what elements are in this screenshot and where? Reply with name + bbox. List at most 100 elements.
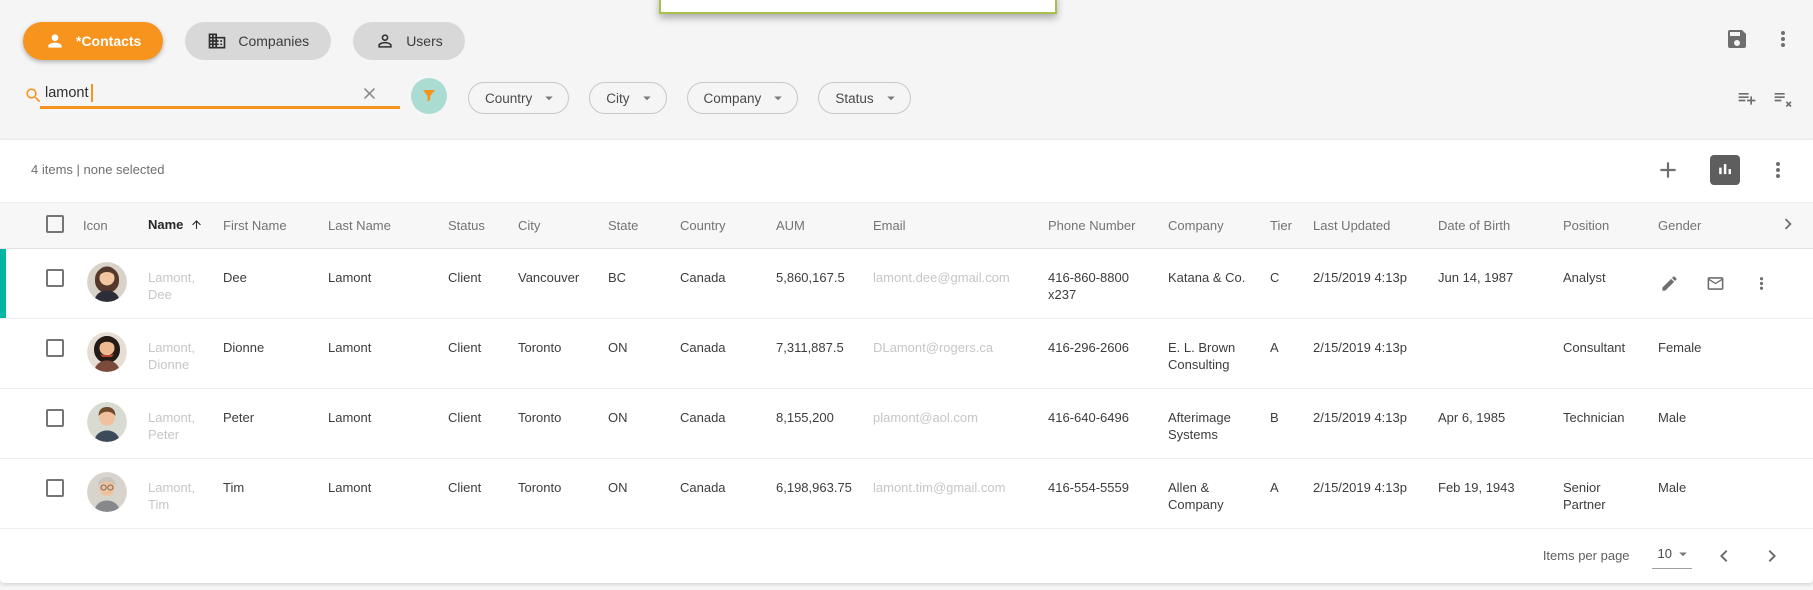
cell-city[interactable]: Toronto: [510, 459, 600, 529]
chevron-right-icon[interactable]: [1760, 544, 1784, 568]
cell-email[interactable]: DLamont@rogers.ca: [865, 319, 1040, 389]
chevron-left-icon[interactable]: [1712, 544, 1736, 568]
cell-dob[interactable]: Apr 6, 1985: [1430, 389, 1555, 459]
edit-pencil-icon[interactable]: [1660, 274, 1679, 293]
tab-companies[interactable]: Companies: [185, 22, 331, 60]
cell-company[interactable]: E. L. Brown Consulting: [1160, 319, 1262, 389]
cell-tier[interactable]: B: [1262, 389, 1305, 459]
email-envelope-icon[interactable]: [1706, 274, 1725, 293]
bar-chart-icon[interactable]: [1710, 155, 1740, 185]
cell-select[interactable]: [0, 459, 75, 529]
cell-country[interactable]: Canada: [672, 249, 768, 319]
plus-icon[interactable]: [1655, 157, 1681, 183]
column-header-state[interactable]: State: [600, 203, 672, 249]
table-row[interactable]: Lamont, Dionne Dionne Lamont Client Toro…: [0, 319, 1813, 389]
column-header-city[interactable]: City: [510, 203, 600, 249]
cell-phone[interactable]: 416-296-2606: [1040, 319, 1160, 389]
avatar[interactable]: [87, 262, 127, 302]
kebab-menu-icon[interactable]: [1771, 27, 1795, 51]
cell-email[interactable]: plamont@aol.com: [865, 389, 1040, 459]
avatar[interactable]: [87, 402, 127, 442]
cell-last-updated[interactable]: 2/15/2019 4:13p: [1305, 389, 1430, 459]
tab-users[interactable]: Users: [353, 22, 465, 60]
cell-name[interactable]: Lamont, Tim: [140, 459, 215, 529]
cell-tier[interactable]: C: [1262, 249, 1305, 319]
cell-last-updated[interactable]: 2/15/2019 4:13p: [1305, 319, 1430, 389]
cell-position[interactable]: Consultant: [1555, 319, 1650, 389]
cell-position[interactable]: Technician: [1555, 389, 1650, 459]
cell-first-name[interactable]: Tim: [215, 459, 320, 529]
cell-tier[interactable]: A: [1262, 319, 1305, 389]
cell-last-name[interactable]: Lamont: [320, 249, 440, 319]
cell-select[interactable]: [0, 249, 75, 319]
partial-dialog[interactable]: [659, 0, 1057, 14]
cell-gender[interactable]: Male: [1650, 389, 1745, 459]
tab-contacts[interactable]: *Contacts: [23, 22, 163, 60]
playlist-add-icon[interactable]: [1737, 88, 1757, 108]
row-checkbox[interactable]: [46, 479, 64, 497]
cell-select[interactable]: [0, 389, 75, 459]
country-filter-dropdown[interactable]: Country: [468, 82, 569, 114]
cell-aum[interactable]: 6,198,963.75: [768, 459, 865, 529]
column-header-last-name[interactable]: Last Name: [320, 203, 440, 249]
status-filter-dropdown[interactable]: Status: [818, 82, 910, 114]
select-all-checkbox[interactable]: [46, 215, 64, 233]
cell-phone[interactable]: 416-640-6496: [1040, 389, 1160, 459]
company-filter-dropdown[interactable]: Company: [687, 82, 799, 114]
cell-aum[interactable]: 8,155,200: [768, 389, 865, 459]
cell-country[interactable]: Canada: [672, 459, 768, 529]
cell-last-name[interactable]: Lamont: [320, 459, 440, 529]
city-filter-dropdown[interactable]: City: [589, 82, 666, 114]
table-row[interactable]: Lamont, Tim Tim Lamont Client Toronto ON…: [0, 459, 1813, 529]
save-icon[interactable]: [1725, 27, 1749, 51]
row-checkbox[interactable]: [46, 339, 64, 357]
cell-status[interactable]: Client: [440, 319, 510, 389]
column-header-country[interactable]: Country: [672, 203, 768, 249]
cell-country[interactable]: Canada: [672, 389, 768, 459]
column-header-position[interactable]: Position: [1555, 203, 1650, 249]
cell-state[interactable]: ON: [600, 389, 672, 459]
cell-avatar[interactable]: [75, 249, 140, 319]
cell-country[interactable]: Canada: [672, 319, 768, 389]
cell-last-updated[interactable]: 2/15/2019 4:13p: [1305, 459, 1430, 529]
cell-phone[interactable]: 416-860-8800 x237: [1040, 249, 1160, 319]
column-header-aum[interactable]: AUM: [768, 203, 865, 249]
column-header-dob[interactable]: Date of Birth: [1430, 203, 1555, 249]
cell-last-name[interactable]: Lamont: [320, 319, 440, 389]
cell-company[interactable]: Afterimage Systems: [1160, 389, 1262, 459]
cell-avatar[interactable]: [75, 459, 140, 529]
column-header-icon[interactable]: Icon: [75, 203, 140, 249]
cell-state[interactable]: ON: [600, 459, 672, 529]
row-checkbox[interactable]: [46, 409, 64, 427]
table-row[interactable]: Lamont, Peter Peter Lamont Client Toront…: [0, 389, 1813, 459]
playlist-clear-icon[interactable]: [1773, 88, 1793, 108]
cell-first-name[interactable]: Peter: [215, 389, 320, 459]
column-header-phone[interactable]: Phone Number: [1040, 203, 1160, 249]
cell-first-name[interactable]: Dionne: [215, 319, 320, 389]
column-header-name[interactable]: Name: [140, 203, 215, 249]
cell-state[interactable]: BC: [600, 249, 672, 319]
cell-email[interactable]: lamont.dee@gmail.com: [865, 249, 1040, 319]
cell-dob[interactable]: Jun 14, 1987: [1430, 249, 1555, 319]
cell-city[interactable]: Vancouver: [510, 249, 600, 319]
cell-last-name[interactable]: Lamont: [320, 389, 440, 459]
cell-name[interactable]: Lamont, Peter: [140, 389, 215, 459]
avatar[interactable]: [87, 332, 127, 372]
row-checkbox[interactable]: [46, 269, 64, 287]
cell-dob[interactable]: [1430, 319, 1555, 389]
cell-status[interactable]: Client: [440, 459, 510, 529]
kebab-menu-icon[interactable]: [1752, 274, 1771, 293]
cell-gender[interactable]: Male: [1650, 459, 1745, 529]
cell-company[interactable]: Katana & Co.: [1160, 249, 1262, 319]
cell-aum[interactable]: 7,311,887.5: [768, 319, 865, 389]
cell-select[interactable]: [0, 319, 75, 389]
close-icon[interactable]: [360, 84, 379, 103]
cell-city[interactable]: Toronto: [510, 389, 600, 459]
cell-aum[interactable]: 5,860,167.5: [768, 249, 865, 319]
cell-last-updated[interactable]: 2/15/2019 4:13p: [1305, 249, 1430, 319]
select-all-header[interactable]: [0, 203, 75, 249]
cell-dob[interactable]: Feb 19, 1943: [1430, 459, 1555, 529]
avatar[interactable]: [87, 472, 127, 512]
cell-avatar[interactable]: [75, 319, 140, 389]
cell-status[interactable]: Client: [440, 389, 510, 459]
